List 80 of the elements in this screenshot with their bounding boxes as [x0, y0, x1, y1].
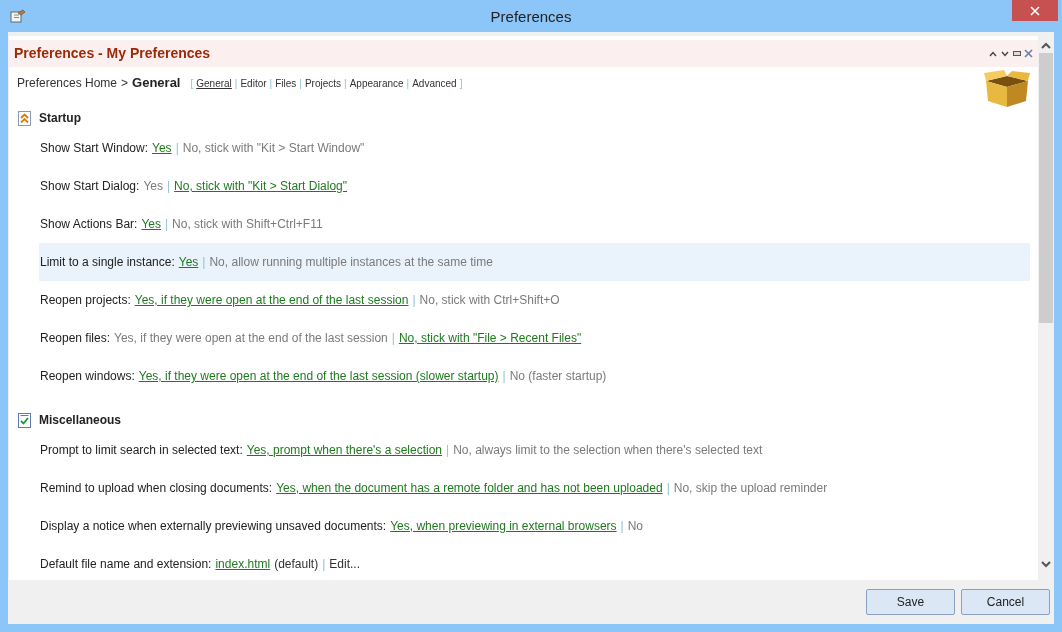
option-link[interactable]: No, always limit to the selection when there's selected text	[453, 441, 763, 459]
setting-label: Reopen files:	[40, 330, 111, 347]
selected-option-link[interactable]: Yes, if they were open at the end of the last session (slower startup)	[138, 367, 499, 385]
option-link[interactable]: No, stick with Ctrl+Shift+O	[419, 291, 560, 309]
separator: |	[322, 556, 326, 573]
selected-option-link[interactable]: Yes	[152, 139, 172, 157]
option-link[interactable]: Yes	[143, 177, 163, 195]
separator: |	[175, 140, 179, 157]
separator: |	[202, 254, 206, 271]
setting-label: Show Start Window:	[40, 140, 149, 157]
selected-option-link[interactable]: No, stick with "Kit > Start Dialog"	[174, 177, 347, 195]
selected-option-link[interactable]: Yes, if they were open at the end of the last session	[134, 291, 409, 309]
option-link[interactable]: No (faster startup)	[509, 367, 607, 385]
separator: |	[406, 77, 410, 91]
separator: |	[620, 518, 624, 535]
setting-label: Reopen projects:	[40, 292, 131, 309]
nav-link[interactable]: General	[196, 76, 232, 91]
chevron-up-icon[interactable]	[989, 50, 997, 57]
bracket: ]	[459, 77, 463, 91]
collapse-icon[interactable]	[18, 110, 31, 126]
option-link[interactable]: No, skip the upload reminder	[673, 479, 828, 497]
setting-label: Default file name and extension:	[40, 556, 212, 573]
selected-option-link[interactable]: Yes	[178, 253, 199, 271]
separator: |	[234, 77, 238, 91]
nav-link[interactable]: Files	[275, 76, 297, 91]
selected-option-link[interactable]: Yes, when the document has a remote folder and has not been uploaded	[276, 479, 663, 497]
scroll-thumb[interactable]	[1039, 53, 1053, 323]
scroll-down-icon[interactable]	[1041, 561, 1051, 568]
bracket: [	[190, 77, 194, 91]
chevron-down-icon[interactable]	[1001, 50, 1009, 57]
breadcrumb-current: General	[132, 74, 181, 92]
breadcrumb-link[interactable]: Preferences Home	[17, 74, 118, 92]
breadcrumb-separator: >	[121, 75, 129, 92]
nav-link[interactable]: Editor	[240, 76, 267, 91]
option-link[interactable]: Yes, if they were open at the end of the last session	[114, 329, 388, 347]
setting-label: Prompt to limit search in selected text:	[40, 442, 243, 459]
separator: |	[344, 77, 347, 91]
separator: |	[391, 330, 395, 347]
selected-option-link[interactable]: index.html	[215, 555, 271, 573]
selected-option-link[interactable]: No, stick with "File > Recent Files"	[398, 329, 582, 347]
close-icon	[1030, 5, 1040, 16]
edit-link[interactable]: Edit...	[329, 555, 360, 573]
close-icon[interactable]	[1024, 49, 1033, 58]
selected-option-link[interactable]: Yes, prompt when there's a selection	[246, 441, 443, 459]
checklist-icon[interactable]	[18, 412, 31, 428]
separator: |	[502, 368, 506, 385]
option-link[interactable]: No	[627, 517, 643, 535]
nav-link[interactable]: Projects	[304, 76, 342, 91]
selected-option-link[interactable]: Yes, when previewing in external browsers	[390, 517, 617, 535]
separator: |	[164, 216, 169, 233]
section-title: Startup	[39, 110, 81, 127]
close-button[interactable]	[1012, 0, 1058, 21]
setting-label: Show Start Dialog:	[40, 178, 140, 195]
scroll-up-icon[interactable]	[1041, 42, 1051, 49]
selected-option-link[interactable]: Yes	[141, 215, 161, 233]
separator: |	[446, 442, 450, 459]
option-link[interactable]: No, allow running multiple instances at the same time	[209, 253, 493, 271]
setting-label: Display a notice when externally previewing unsaved documents:	[40, 518, 387, 535]
setting-label: Reopen windows:	[40, 368, 135, 385]
setting-label: Remind to upload when closing documents:	[40, 480, 273, 497]
section-title: Miscellaneous	[39, 412, 122, 429]
separator: |	[412, 292, 416, 309]
setting-label: Limit to a single instance:	[40, 254, 175, 271]
nav-link[interactable]: Appearance	[349, 76, 404, 91]
window-title: Preferences	[490, 7, 572, 27]
separator: |	[269, 77, 273, 91]
minimize-icon[interactable]	[1013, 51, 1021, 56]
nav-link[interactable]: Advanced	[412, 76, 457, 91]
default-note: (default)	[274, 556, 319, 573]
separator: |	[666, 480, 670, 497]
separator: |	[166, 178, 171, 195]
setting-label: Show Actions Bar:	[40, 216, 138, 233]
box-icon	[984, 69, 1030, 109]
panel-title: Preferences - My Preferences	[14, 44, 212, 63]
dialog-button[interactable]: Save	[866, 589, 955, 615]
app-icon	[10, 9, 26, 23]
option-link[interactable]: No, stick with Shift+Ctrl+F11	[172, 215, 323, 233]
separator: |	[299, 77, 302, 91]
dialog-button[interactable]: Cancel	[961, 589, 1050, 615]
option-link[interactable]: No, stick with "Kit > Start Window"	[182, 139, 365, 157]
